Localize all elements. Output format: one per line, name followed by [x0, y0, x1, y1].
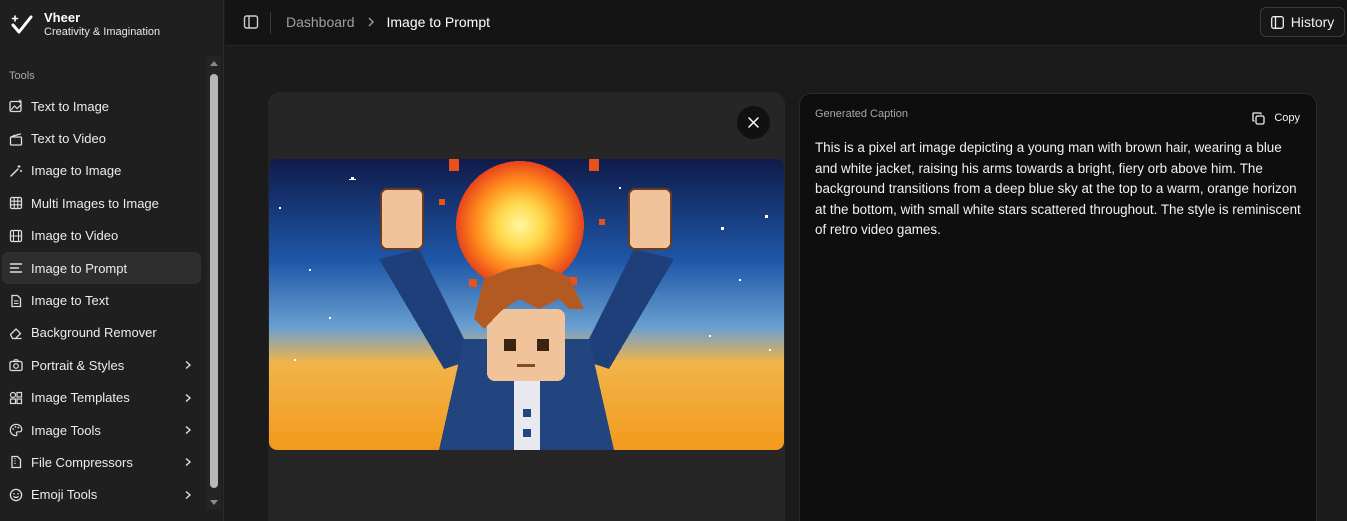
sidebar-item-label: Text to Image	[31, 98, 110, 114]
sidebar-item-image-to-prompt[interactable]: Image to Prompt	[2, 251, 201, 285]
brand-tagline: Creativity & Imagination	[44, 26, 161, 38]
pixel-art-illustration	[269, 159, 784, 450]
sidebar: Vheer Creativity & Imagination Tools Tex…	[0, 0, 224, 521]
main-content: Generated Caption Copy This is a pixel a…	[225, 47, 1347, 521]
sidebar-item-label: Image Templates	[31, 390, 130, 406]
magic-wand-icon	[10, 164, 22, 177]
image-sparkle-icon	[9, 99, 22, 113]
sidebar-item-multi-images-to-image[interactable]: Multi Images to Image	[2, 187, 201, 219]
chevron-right-icon	[185, 393, 192, 402]
sidebar-item-label: Emoji Tools	[31, 487, 98, 503]
sidebar-item-image-to-video[interactable]: Image to Video	[2, 220, 201, 252]
palette-icon	[9, 423, 23, 437]
generated-caption-text[interactable]: This is a pixel art image depicting a yo…	[815, 138, 1305, 241]
breadcrumb: Dashboard Image to Prompt	[286, 14, 490, 30]
sidebar-item-label: Background Remover	[31, 325, 157, 341]
sidebar-item-background-remover[interactable]: Background Remover	[2, 317, 201, 349]
sidebar-item-file-compressors[interactable]: File Compressors	[2, 446, 201, 478]
sidebar-item-label: Image to Prompt	[31, 260, 128, 276]
shapes-icon	[9, 391, 23, 404]
chevron-right-icon	[368, 17, 374, 27]
history-button[interactable]: History	[1260, 7, 1345, 37]
sidebar-item-image-tools[interactable]: Image Tools	[2, 414, 201, 446]
file-zip-icon	[11, 456, 22, 469]
sidebar-item-image-to-image[interactable]: Image to Image	[2, 155, 201, 187]
copy-button[interactable]: Copy	[1246, 106, 1306, 130]
history-panel-icon	[1270, 15, 1284, 29]
sidebar-toggle-icon[interactable]	[243, 14, 259, 30]
close-icon	[748, 117, 759, 128]
sidebar-scrollbar[interactable]	[207, 56, 221, 510]
scroll-down-arrow-icon[interactable]	[210, 500, 218, 505]
caption-panel: Generated Caption Copy This is a pixel a…	[799, 93, 1317, 521]
film-icon	[9, 229, 23, 242]
history-label: History	[1290, 14, 1335, 30]
sidebar-item-label: Image to Text	[31, 293, 109, 309]
copy-icon	[1252, 111, 1265, 125]
remove-image-button[interactable]	[737, 106, 770, 139]
camera-icon	[9, 359, 23, 372]
breadcrumb-dashboard[interactable]: Dashboard	[286, 14, 355, 30]
sidebar-item-portrait-styles[interactable]: Portrait & Styles	[2, 349, 201, 381]
sidebar-item-label: Image to Video	[31, 228, 119, 244]
breadcrumb-current: Image to Prompt	[386, 14, 491, 30]
uploaded-image	[269, 159, 784, 450]
clapperboard-icon	[9, 132, 23, 146]
vheer-logo-icon	[11, 14, 33, 33]
image-preview-card	[268, 92, 785, 521]
sidebar-item-label: Image Tools	[31, 422, 101, 438]
sidebar-nav: Text to Image Text to Video Image to Image…	[2, 90, 201, 511]
sidebar-item-text-to-video[interactable]: Text to Video	[2, 122, 201, 154]
chevron-right-icon	[185, 490, 192, 499]
brand-name: Vheer	[44, 10, 81, 25]
tools-section-label: Tools	[9, 70, 35, 82]
sidebar-item-label: File Compressors	[31, 454, 133, 470]
scrollbar-thumb[interactable]	[210, 74, 218, 488]
sidebar-item-text-to-image[interactable]: Text to Image	[2, 90, 201, 122]
copy-label: Copy	[1274, 112, 1300, 124]
sidebar-item-image-to-text[interactable]: Image to Text	[2, 284, 201, 316]
sidebar-item-label: Multi Images to Image	[31, 195, 159, 211]
smiley-icon	[9, 488, 23, 502]
app-window: Vheer Creativity & Imagination Tools Tex…	[0, 0, 1347, 521]
top-header: Dashboard Image to Prompt History	[225, 0, 1347, 46]
eraser-icon	[9, 328, 22, 340]
document-icon	[11, 294, 22, 307]
sidebar-item-image-templates[interactable]: Image Templates	[2, 382, 201, 414]
sidebar-item-label: Text to Video	[31, 131, 106, 147]
grid-icon	[9, 197, 23, 210]
scroll-up-arrow-icon[interactable]	[210, 61, 218, 66]
sidebar-item-emoji-tools[interactable]: Emoji Tools	[2, 479, 201, 511]
sidebar-item-label: Portrait & Styles	[31, 357, 125, 373]
caption-label: Generated Caption	[815, 108, 908, 120]
chevron-right-icon	[185, 458, 192, 467]
sidebar-item-label: Image to Image	[31, 163, 122, 179]
chevron-right-icon	[185, 426, 192, 435]
chevron-right-icon	[185, 361, 192, 370]
header-divider	[270, 12, 271, 34]
text-lines-icon	[9, 263, 23, 273]
brand[interactable]: Vheer Creativity & Imagination	[10, 10, 160, 39]
